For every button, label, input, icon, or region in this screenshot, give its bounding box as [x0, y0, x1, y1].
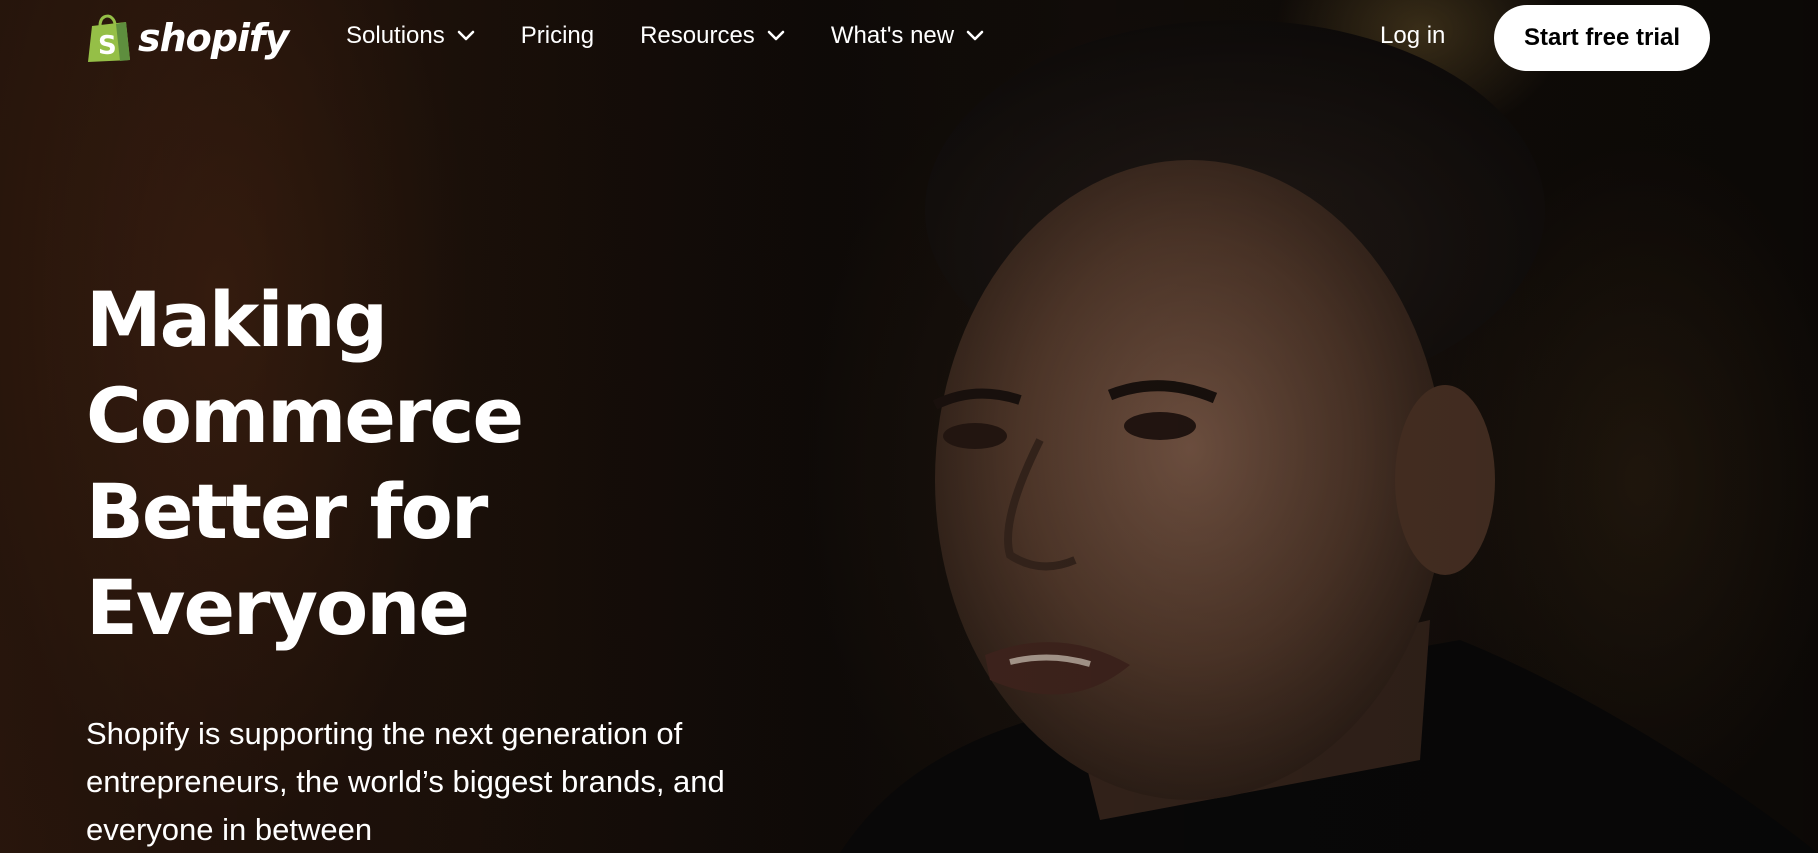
nav-item-whats-new[interactable]: What's new: [831, 22, 984, 50]
chevron-down-icon: [966, 30, 984, 41]
nav-item-solutions[interactable]: Solutions: [346, 22, 475, 50]
chevron-down-icon: [457, 30, 475, 41]
nav-item-label: Resources: [640, 22, 755, 49]
chevron-down-icon: [767, 30, 785, 41]
headline-line: Commerce: [86, 371, 524, 460]
hero-section: S shopify Solutions Pricing Resources Wh…: [0, 0, 1818, 853]
start-free-trial-button[interactable]: Start free trial: [1494, 5, 1710, 71]
headline-line: Better for: [86, 467, 488, 556]
shopify-logo[interactable]: S shopify: [86, 12, 289, 64]
logo-wordmark: shopify: [138, 16, 289, 60]
hero-headline: Making Commerce Better for Everyone: [86, 272, 524, 656]
hero-subtext: Shopify is supporting the next generatio…: [86, 716, 725, 847]
nav-item-label: What's new: [830, 22, 955, 49]
svg-text:S: S: [98, 31, 117, 61]
nav-item-resources[interactable]: Resources: [640, 22, 785, 50]
nav-item-pricing[interactable]: Pricing: [521, 22, 594, 50]
top-navigation: S shopify Solutions Pricing Resources Wh…: [0, 0, 1818, 78]
headline-line: Making: [86, 275, 388, 364]
headline-line: Everyone: [86, 563, 470, 652]
login-link[interactable]: Log in: [1380, 22, 1445, 50]
nav-links: Solutions Pricing Resources What's new: [346, 22, 1030, 50]
nav-item-label: Pricing: [520, 22, 595, 49]
nav-item-label: Solutions: [346, 22, 445, 49]
shopify-bag-icon: S: [88, 14, 130, 62]
